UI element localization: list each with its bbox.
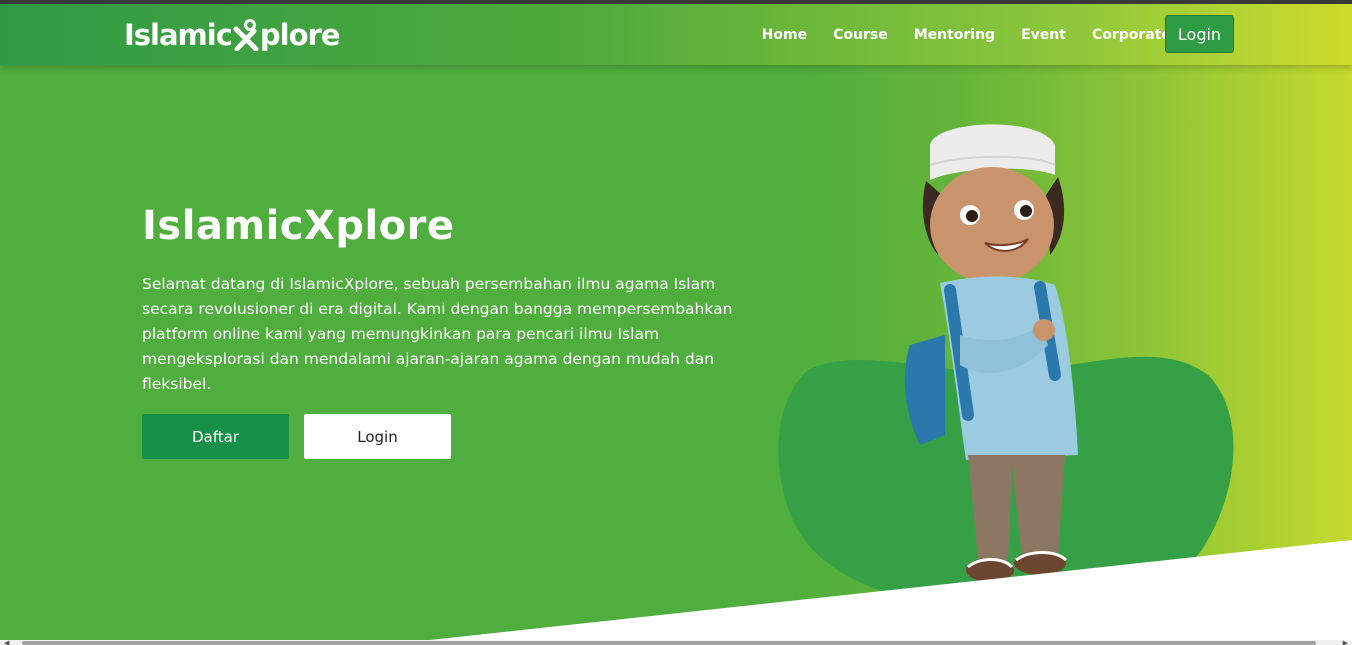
hero-section: IslamicXplore Selamat datang di IslamicX… <box>0 65 1352 640</box>
hero-login-button[interactable]: Login <box>304 414 451 459</box>
nav-event[interactable]: Event <box>1021 27 1066 43</box>
nav-home[interactable]: Home <box>762 27 807 43</box>
hero-title: IslamicXplore <box>142 203 455 249</box>
site-logo[interactable]: Islamic plore <box>124 17 341 53</box>
logo-text-left: Islamic <box>124 18 233 52</box>
nav-course[interactable]: Course <box>833 27 888 43</box>
hero-description: Selamat datang di IslamicXplore, sebuah … <box>142 275 733 393</box>
horizontal-scrollbar[interactable]: ◀ ▶ <box>0 639 1352 645</box>
main-nav: Home Course Mentoring Event Corporate Se… <box>736 4 1234 65</box>
nav-login-button[interactable]: Login <box>1165 15 1234 53</box>
navbar: Islamic plore Home Course Mentoring Even… <box>0 4 1352 65</box>
student-character-illustration <box>904 124 1078 582</box>
scrollbar-thumb[interactable] <box>22 641 1316 645</box>
register-button[interactable]: Daftar <box>142 414 289 459</box>
nav-mentoring[interactable]: Mentoring <box>914 27 995 43</box>
logo-text-right: plore <box>259 18 341 52</box>
x-person-icon <box>233 19 259 51</box>
triangle-left-icon[interactable]: ◀ <box>4 639 9 645</box>
triangle-right-icon[interactable]: ▶ <box>1343 639 1348 645</box>
